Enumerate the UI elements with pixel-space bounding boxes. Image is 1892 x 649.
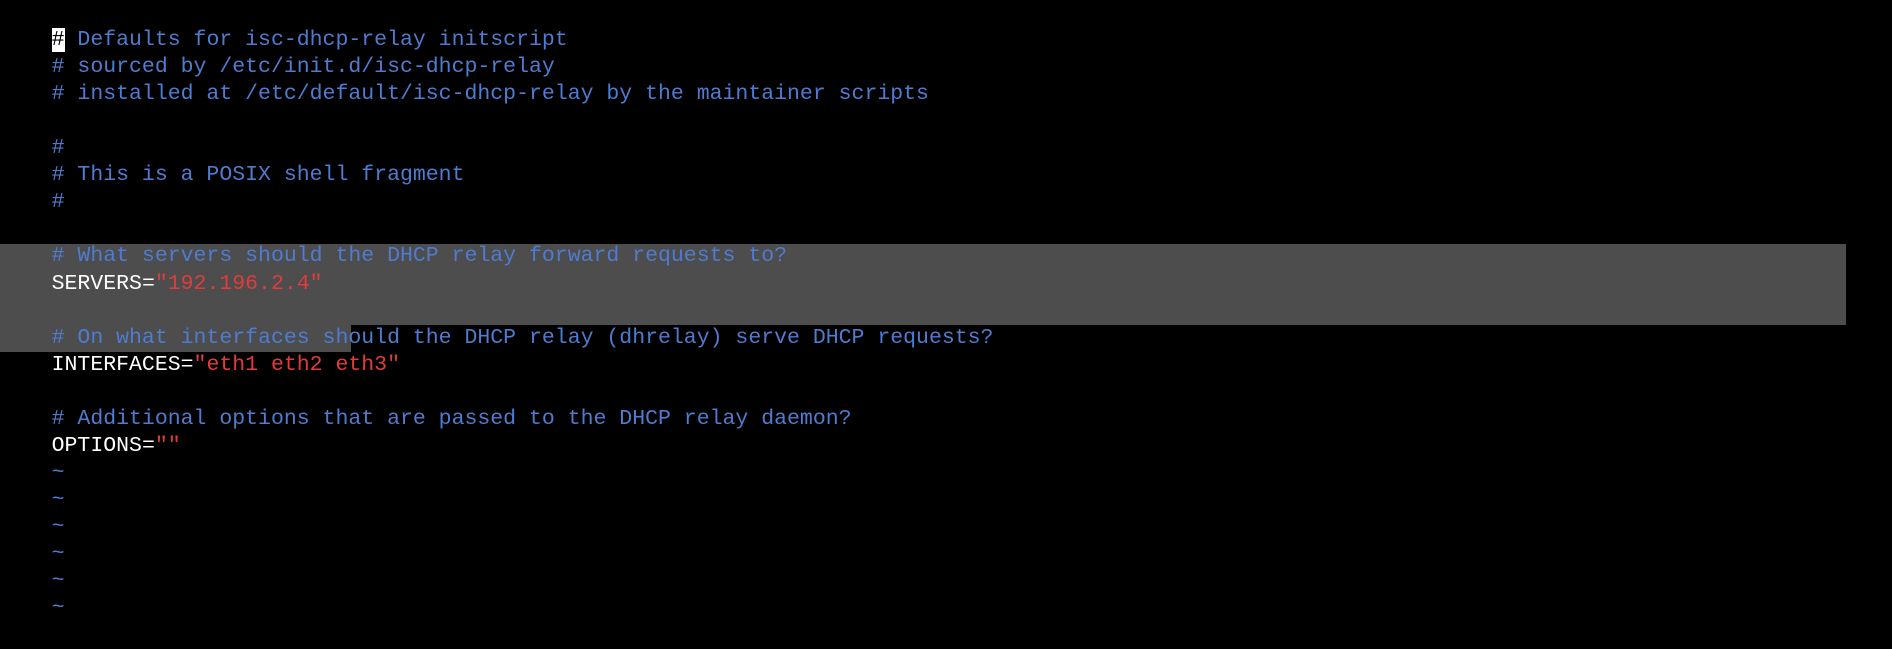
editor-line-13[interactable]: INTERFACES="eth1 eth2 eth3" — [0, 325, 1892, 377]
empty-line-marker: ~ — [0, 460, 1892, 512]
editor-line-12[interactable]: # On what interfaces should the DHCP rel… — [0, 298, 1892, 350]
variable-name: SERVERS — [51, 272, 142, 296]
comment-text: # installed at /etc/default/isc-dhcp-rel… — [51, 82, 929, 106]
string-value: "192.196.2.4" — [154, 272, 323, 296]
string-value: "eth1 eth2 eth3" — [193, 353, 400, 377]
empty-line-marker: ~ — [0, 514, 1892, 566]
assign-operator: = — [141, 272, 155, 296]
editor-line-6[interactable]: # This is a POSIX shell fragment — [0, 135, 1892, 187]
variable-name: INTERFACES — [51, 353, 181, 377]
editor-line-16[interactable]: OPTIONS="" — [0, 406, 1892, 458]
editor-line-3[interactable]: # installed at /etc/default/isc-dhcp-rel… — [0, 54, 1892, 106]
editor-line-1[interactable]: # Defaults for isc-dhcp-relay initscript — [0, 0, 1892, 52]
vim-editor[interactable]: # Defaults for isc-dhcp-relay initscript… — [0, 0, 1892, 620]
empty-line-marker: ~ — [0, 568, 1892, 620]
editor-line-5[interactable]: # — [0, 108, 1892, 160]
comment-text: # — [51, 190, 65, 214]
editor-line-7[interactable]: # — [0, 162, 1892, 214]
empty-line-marker: ~ — [0, 541, 1892, 593]
empty-line-marker: ~ — [0, 433, 1892, 485]
editor-line-15[interactable]: # Additional options that are passed to … — [0, 379, 1892, 431]
editor-line-9[interactable]: # What servers should the DHCP relay for… — [0, 216, 1892, 268]
editor-line-10[interactable]: SERVERS="192.196.2.4" — [0, 244, 1892, 296]
assign-operator: = — [180, 353, 194, 377]
empty-line-marker: ~ — [0, 487, 1892, 539]
editor-line-2[interactable]: # sourced by /etc/init.d/isc-dhcp-relay — [0, 27, 1892, 79]
